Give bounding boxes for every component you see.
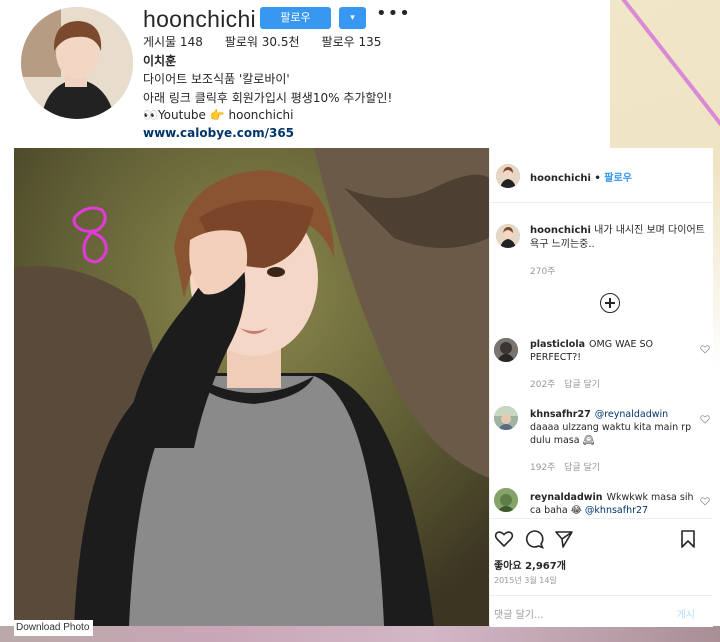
followers-count[interactable]: 팔로워 30.5천 (225, 33, 300, 50)
comment-meta: 202주 답글 달기 (530, 377, 600, 390)
profile-header: hoonchichi 팔로우 ▾ ••• 게시물 148 팔로워 30.5천 팔… (0, 0, 600, 145)
reply-link[interactable]: 답글 달기 (564, 380, 600, 390)
caption-time: 270주 (530, 267, 556, 277)
profile-username: hoonchichi (143, 6, 256, 32)
comment-username[interactable]: plasticlola (530, 339, 585, 350)
header-separator: • (590, 173, 605, 184)
post-caption: hoonchichi 내가 내시진 보며 다이어트 욕구 느끼는중.. (530, 224, 708, 252)
like-comment-heart-icon[interactable] (700, 414, 710, 424)
comment-mention[interactable]: @khnsafhr27 (585, 505, 648, 516)
comment-item: reynaldadwin Wkwkwk masa sih ca baha 😂 @k… (530, 491, 700, 517)
share-icon[interactable] (554, 529, 574, 549)
comment-time: 202주 (530, 380, 556, 390)
post-comment-button[interactable]: 게시 (677, 606, 695, 621)
comments-panel: hoonchichi • 팔로우 hoonchichi 내가 내시진 보며 다이… (489, 148, 713, 627)
background-bottom-strip (0, 626, 720, 642)
post-photo[interactable] (14, 148, 489, 626)
load-more-comments-icon[interactable] (600, 293, 620, 313)
follow-button[interactable]: 팔로우 (260, 7, 331, 29)
post-header: hoonchichi • 팔로우 (490, 148, 713, 203)
profile-stats: 게시물 148 팔로워 30.5천 팔로우 135 (143, 33, 381, 50)
commenter-avatar[interactable] (494, 488, 518, 512)
comment-item: plasticlola OMG WAE SO PERFECT?! (530, 338, 700, 364)
post-date: 2015년 3월 14일 (494, 576, 557, 585)
post-author-avatar[interactable] (496, 164, 520, 188)
add-comment-box: 댓글 달기... 게시 (490, 595, 713, 628)
profile-website-link[interactable]: www.calobye.com/365 (143, 126, 294, 140)
more-options-icon[interactable]: ••• (376, 3, 411, 24)
reply-link[interactable]: 답글 달기 (564, 463, 600, 473)
commenter-avatar[interactable] (494, 338, 518, 362)
comment-mention[interactable]: @reynaldadwin (595, 409, 668, 420)
profile-bio-line: 👀Youtube 👉 hoonchichi (143, 108, 294, 122)
profile-bio-line: 아래 링크 클릭후 회원가입시 평생10% 추가할인! (143, 91, 393, 105)
download-photo-label[interactable]: Download Photo (14, 620, 94, 636)
comment-meta: 192주 답글 달기 (530, 460, 600, 473)
comment-text: daaaa ulzzang waktu kita main rp dulu ma… (530, 422, 692, 446)
comment-input[interactable]: 댓글 달기... (494, 606, 544, 621)
post-author-username[interactable]: hoonchichi (530, 173, 591, 184)
header-follow-link[interactable]: 팔로우 (604, 173, 632, 184)
comment-time: 192주 (530, 463, 556, 473)
post-header-user: hoonchichi • 팔로우 (530, 169, 632, 184)
caption-author-avatar[interactable] (496, 224, 520, 248)
chevron-down-icon[interactable]: ▾ (339, 7, 366, 29)
profile-avatar[interactable] (21, 7, 133, 119)
profile-bio-line: 다이어트 보조식품 '칼로바이' (143, 72, 290, 86)
comment-username[interactable]: reynaldadwin (530, 492, 603, 503)
profile-full-name: 이치훈 (143, 54, 177, 68)
likes-count[interactable]: 좋아요 2,967개 (494, 557, 566, 572)
post-actions-bar: 좋아요 2,967개 2015년 3월 14일 댓글 달기... 게시 (490, 518, 713, 627)
heart-icon[interactable] (494, 529, 514, 549)
comment-username[interactable]: khnsafhr27 (530, 409, 591, 420)
commenter-avatar[interactable] (494, 406, 518, 430)
following-count[interactable]: 팔로우 135 (322, 33, 382, 50)
posts-count: 게시물 148 (143, 35, 203, 49)
like-comment-heart-icon[interactable] (700, 496, 710, 506)
comment-item: khnsafhr27 @reynaldadwin daaaa ulzzang wa… (530, 408, 700, 447)
bookmark-icon[interactable] (678, 529, 698, 549)
comment-icon[interactable] (524, 529, 544, 549)
caption-username[interactable]: hoonchichi (530, 225, 591, 236)
like-comment-heart-icon[interactable] (700, 344, 710, 354)
